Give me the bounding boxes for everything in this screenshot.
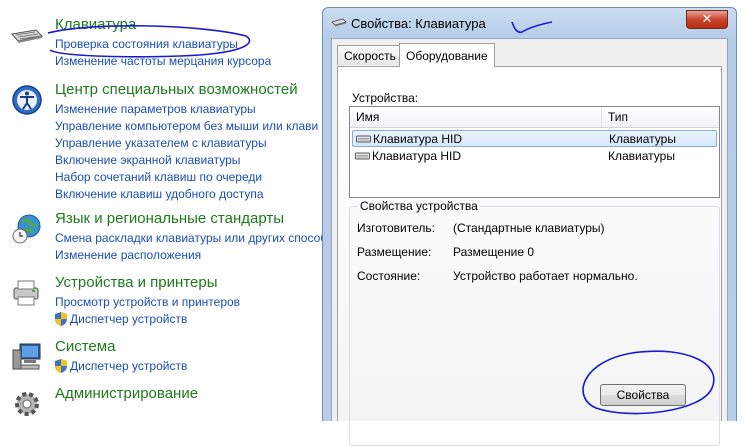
device-type: Клавиатуры [609,132,676,146]
gear-icon [15,392,39,416]
category-title-system[interactable]: Система [55,338,115,355]
link-view-devices-printers[interactable]: Просмотр устройств и принтеров [55,294,240,311]
device-properties-group: Свойства устройства Изготовитель: (Станд… [349,199,720,446]
link-device-manager-system-label: Диспетчер устройств [70,359,188,373]
printer-icon [13,280,39,306]
column-header-type[interactable]: Тип [602,107,719,127]
link-device-manager[interactable]: Диспетчер устройств [55,311,240,328]
device-name: Клавиатура HID [372,149,461,163]
location-value: Размещение 0 [453,245,534,259]
category-title-ease-of-access[interactable]: Центр специальных возможностей [55,81,298,98]
device-type: Клавиатуры [608,149,675,163]
tab-hardware[interactable]: Оборудование [399,43,495,67]
link-change-keyboard-layout[interactable]: Смена раскладки клавиатуры или других сп… [55,230,327,247]
device-properties-title: Свойства устройства [358,199,480,213]
link-device-manager-system[interactable]: Диспетчер устройств [55,358,187,375]
keyboard-icon [356,135,371,143]
control-panel: Клавиатура Проверка состояния клавиатуры… [0,0,330,421]
device-row-selected[interactable]: Клавиатура HID Клавиатуры [352,130,717,147]
link-cursor-blink-rate[interactable]: Изменение частоты мерцания курсора [55,53,271,70]
tab-speed[interactable]: Скорость [337,45,403,65]
uac-shield-icon [55,312,67,326]
manufacturer-value: (Стандартные клавиатуры) [453,221,605,235]
globe-clock-icon [12,214,41,244]
devices-list-header: Имя Тип [350,107,719,128]
link-sticky-keys[interactable]: Набор сочетаний клавиш по очереди [55,169,318,186]
computer-icon [12,343,41,370]
category-title-administration[interactable]: Администрирование [55,385,198,402]
device-name: Клавиатура HID [373,132,462,146]
close-button[interactable]: ✕ [686,10,728,29]
device-row[interactable]: Клавиатура HID Клавиатуры [352,148,717,165]
devices-label: Устройства: [352,91,419,105]
category-title-region-language[interactable]: Язык и региональные стандарты [55,210,284,227]
link-no-mouse-control[interactable]: Управление компьютером без мыши или клав… [55,118,318,135]
manufacturer-label: Изготовитель: [357,221,435,235]
link-change-location[interactable]: Изменение расположения [55,247,327,264]
column-header-name[interactable]: Имя [350,107,602,127]
devices-list[interactable]: Имя Тип Клавиатура HID Клавиатуры Клавиа… [349,106,720,198]
dialog-title: Свойства: Клавиатура [351,16,486,31]
keyboard-icon [355,152,370,160]
link-on-screen-keyboard[interactable]: Включение экранной клавиатуры [55,152,318,169]
location-label: Размещение: [357,245,432,259]
dialog-client-area: Скорость Оборудование Устройства: Имя Ти… [331,38,728,446]
link-mouse-keys[interactable]: Управление указателем с клавиатуры [55,135,318,152]
uac-shield-icon [55,359,67,373]
category-title-devices-printers[interactable]: Устройства и принтеры [55,274,217,291]
category-title-keyboard[interactable]: Клавиатура [55,16,136,33]
keyboard-properties-dialog: Свойства: Клавиатура ✕ Скорость Оборудов… [322,7,737,446]
keyboard-icon [11,29,44,43]
keyboard-icon [331,18,347,27]
link-device-manager-label: Диспетчер устройств [70,312,188,326]
link-check-keyboard-status[interactable]: Проверка состояния клавиатуры [55,36,271,53]
status-label: Состояние: [357,269,421,283]
status-value: Устройство работает нормально. [453,269,638,283]
properties-button[interactable]: Свойства [600,384,686,406]
link-keyboard-settings[interactable]: Изменение параметров клавиатуры [55,101,318,118]
ease-of-access-icon [12,85,42,115]
dialog-titlebar[interactable]: Свойства: Клавиатура ✕ [323,8,736,38]
link-easy-access-keys[interactable]: Включение клавиш удобного доступа [55,186,318,203]
